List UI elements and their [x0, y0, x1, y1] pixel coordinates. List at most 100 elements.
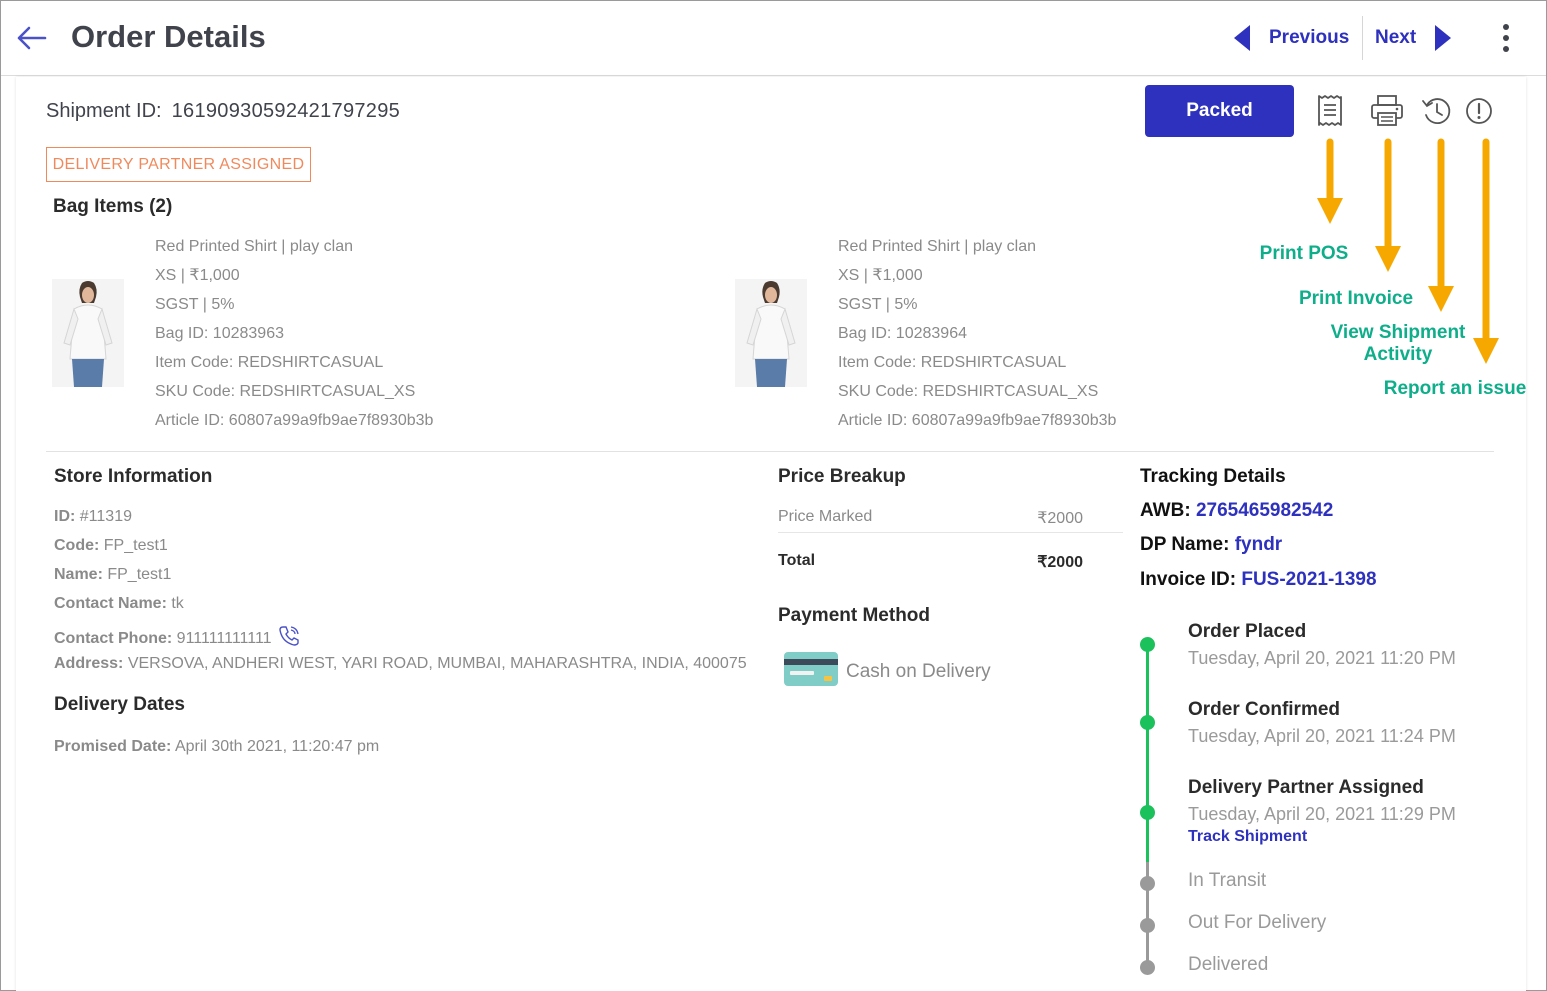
- previous-button[interactable]: Previous: [1233, 21, 1349, 55]
- bag-items-title: Bag Items (2): [53, 196, 173, 217]
- store-id-value: #11319: [79, 508, 132, 525]
- header-bar: Order Details Previous Next: [1, 1, 1546, 76]
- timeline-dot-done: [1140, 715, 1155, 730]
- price-total-value: ₹2000: [1037, 554, 1083, 571]
- back-arrow-icon[interactable]: [15, 23, 47, 53]
- shipment-id-row: Shipment ID: 16190930592421797295: [46, 100, 400, 123]
- caret-left-icon: [1234, 25, 1250, 51]
- arrow-print-pos: [1317, 138, 1343, 224]
- store-id-row: ID: #11319: [54, 508, 132, 526]
- store-info-title: Store Information: [54, 466, 213, 487]
- price-marked-row: Price Marked ₹2000: [778, 508, 1083, 528]
- awb-row: AWB: 2765465982542: [1140, 500, 1333, 522]
- timeline-dot-pending: [1140, 918, 1155, 933]
- dp-name-label: DP Name:: [1140, 534, 1230, 555]
- shipment-id-value: 16190930592421797295: [171, 100, 401, 122]
- annotation-view-activity-line2: Activity: [1363, 344, 1433, 365]
- contact-phone-row: Contact Phone: 911111111111: [54, 624, 300, 648]
- credit-card-icon: [784, 652, 838, 686]
- payment-method-title: Payment Method: [778, 605, 931, 626]
- product-thumbnail[interactable]: [735, 279, 807, 387]
- annotation-view-activity: View Shipment Activity: [1320, 322, 1476, 366]
- timeline-step-title: Order Confirmed: [1188, 699, 1341, 720]
- receipt-icon[interactable]: [1314, 94, 1346, 128]
- timeline-line-done: [1146, 644, 1149, 862]
- item-article-id: Article ID: 60807a99a9fb9ae7f8930b3b: [838, 412, 1117, 429]
- next-label: Next: [1375, 27, 1417, 48]
- caret-right-icon: [1435, 25, 1452, 51]
- awb-link[interactable]: 2765465982542: [1196, 500, 1333, 521]
- timeline-step-date: Tuesday, April 20, 2021 11:29 PM: [1188, 804, 1456, 824]
- item-bag-id: Bag ID: 10283963: [155, 325, 284, 342]
- arrow-view-activity: [1428, 138, 1454, 312]
- bag-item-1-details: Red Printed Shirt | play clan XS | ₹1,00…: [155, 232, 433, 435]
- more-options-icon[interactable]: [1496, 21, 1516, 57]
- timeline-step-title: Delivery Partner Assigned: [1188, 777, 1424, 798]
- printer-icon[interactable]: [1369, 94, 1405, 128]
- item-tax: SGST | 5%: [838, 296, 918, 313]
- price-marked-value: ₹2000: [1037, 510, 1083, 527]
- store-name-value: FP_test1: [107, 566, 172, 583]
- phone-icon[interactable]: [278, 624, 300, 646]
- timeline-dot-done: [1140, 805, 1155, 820]
- timeline-dot-done: [1140, 637, 1155, 652]
- price-breakup-title: Price Breakup: [778, 466, 906, 487]
- history-icon[interactable]: [1421, 94, 1453, 128]
- track-shipment-link[interactable]: Track Shipment: [1188, 828, 1307, 846]
- timeline-dot-pending: [1140, 876, 1155, 891]
- store-code-label: Code:: [54, 537, 100, 554]
- store-code-value: FP_test1: [103, 537, 168, 554]
- timeline-step-title: Out For Delivery: [1188, 912, 1327, 933]
- item-code: Item Code: REDSHIRTCASUAL: [155, 354, 384, 371]
- next-button[interactable]: Next: [1375, 21, 1452, 55]
- item-size-price: XS | ₹1,000: [155, 267, 240, 284]
- timeline-dot-pending: [1140, 960, 1155, 975]
- timeline-step-title: In Transit: [1188, 870, 1267, 891]
- store-name-row: Name: FP_test1: [54, 566, 171, 584]
- dp-name-row: DP Name: fyndr: [1140, 534, 1282, 556]
- annotation-print-pos: Print POS: [1259, 243, 1349, 264]
- contact-name-row: Contact Name: tk: [54, 595, 184, 613]
- item-bag-id: Bag ID: 10283964: [838, 325, 967, 342]
- item-name: Red Printed Shirt | play clan: [155, 238, 354, 255]
- address-row: Address: VERSOVA, ANDHERI WEST, YARI ROA…: [54, 655, 747, 673]
- delivery-dates-title: Delivery Dates: [54, 694, 185, 715]
- packed-button[interactable]: Packed: [1145, 85, 1294, 137]
- item-article-id: Article ID: 60807a99a9fb9ae7f8930b3b: [155, 412, 434, 429]
- status-badge: DELIVERY PARTNER ASSIGNED: [46, 147, 311, 182]
- promised-date-row: Promised Date: April 30th 2021, 11:20:47…: [54, 738, 379, 756]
- previous-label: Previous: [1269, 27, 1350, 48]
- item-sku-code: SKU Code: REDSHIRTCASUAL_XS: [838, 383, 1099, 400]
- item-tax: SGST | 5%: [155, 296, 235, 313]
- product-thumbnail[interactable]: [52, 279, 124, 387]
- section-divider: [46, 451, 1494, 452]
- contact-name-value: tk: [171, 595, 184, 612]
- store-id-label: ID:: [54, 508, 76, 525]
- price-divider: [778, 532, 1123, 533]
- dp-name-link[interactable]: fyndr: [1235, 534, 1283, 555]
- contact-phone-value: 911111111111: [176, 630, 272, 647]
- annotation-report-issue: Report an issue: [1383, 378, 1527, 399]
- awb-label: AWB:: [1140, 500, 1191, 521]
- tracking-details-title: Tracking Details: [1140, 466, 1286, 487]
- timeline-step-date: Tuesday, April 20, 2021 11:24 PM: [1188, 726, 1456, 746]
- invoice-id-row: Invoice ID: FUS-2021-1398: [1140, 569, 1377, 591]
- alert-icon[interactable]: [1464, 94, 1496, 128]
- timeline-step-date: Tuesday, April 20, 2021 11:20 PM: [1188, 648, 1456, 668]
- bag-item-2-details: Red Printed Shirt | play clan XS | ₹1,00…: [838, 232, 1116, 435]
- price-total-label: Total: [778, 552, 816, 569]
- payment-method-value: Cash on Delivery: [846, 661, 991, 682]
- item-name: Red Printed Shirt | play clan: [838, 238, 1037, 255]
- timeline-step-title: Delivered: [1188, 954, 1269, 975]
- invoice-id-link[interactable]: FUS-2021-1398: [1241, 569, 1376, 590]
- item-sku-code: SKU Code: REDSHIRTCASUAL_XS: [155, 383, 416, 400]
- header-divider: [1362, 16, 1363, 60]
- promised-date-label: Promised Date:: [54, 738, 172, 755]
- annotation-print-invoice: Print Invoice: [1298, 288, 1414, 309]
- contact-name-label: Contact Name:: [54, 595, 167, 612]
- invoice-id-label: Invoice ID:: [1140, 569, 1237, 590]
- annotation-view-activity-line1: View Shipment: [1330, 322, 1466, 343]
- item-code: Item Code: REDSHIRTCASUAL: [838, 354, 1067, 371]
- address-label: Address:: [54, 655, 124, 672]
- item-size-price: XS | ₹1,000: [838, 267, 923, 284]
